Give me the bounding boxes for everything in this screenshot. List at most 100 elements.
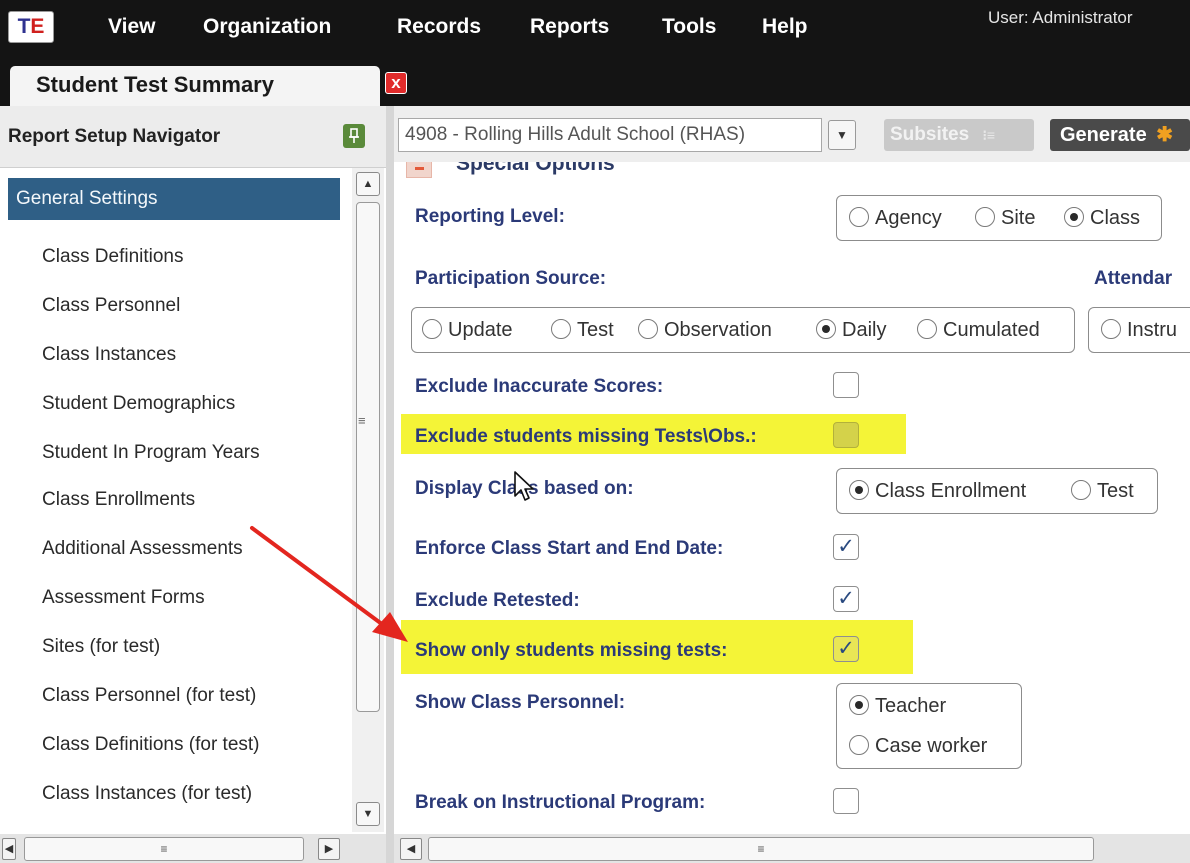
reporting-level-group: Agency Site Class [836, 195, 1162, 241]
nav-item-class-personnel-for-test[interactable]: Class Personnel (for test) [42, 685, 256, 707]
nav-item-class-enrollments[interactable]: Class Enrollments [42, 489, 195, 511]
scroll-up-icon[interactable]: ▲ [356, 172, 380, 196]
radio-selected-icon [816, 319, 836, 339]
app-logo[interactable]: TE [8, 11, 54, 43]
mouse-pointer-icon [514, 471, 534, 501]
navigator-vertical-scrollbar[interactable]: ▲ ≡ ▼ [352, 168, 384, 832]
h-scroll-thumb[interactable]: ≡ [428, 837, 1094, 861]
radio-teacher-label: Teacher [875, 695, 947, 717]
nav-item-assessment-forms[interactable]: Assessment Forms [42, 587, 205, 609]
radio-icon [638, 319, 658, 339]
radio-icon [917, 319, 937, 339]
radio-instructional[interactable]: Instru [1101, 319, 1177, 342]
h-scroll-thumb[interactable]: ≡ [24, 837, 304, 861]
scroll-right-icon[interactable]: ▶ [318, 838, 340, 860]
radio-icon [975, 207, 995, 227]
navigator-title: Report Setup Navigator [8, 126, 221, 147]
radio-cumulated[interactable]: Cumulated [917, 319, 1040, 342]
nav-item-student-demographics[interactable]: Student Demographics [42, 393, 235, 415]
report-toolbar: 4908 - Rolling Hills Adult School (RHAS)… [394, 106, 1190, 162]
radio-selected-icon [849, 695, 869, 715]
logo-t: T [17, 15, 31, 38]
nav-item-class-definitions[interactable]: Class Definitions [42, 246, 184, 268]
annotation-arrow-icon [250, 526, 408, 642]
exclude-inaccurate-label: Exclude Inaccurate Scores: [415, 376, 664, 397]
site-select[interactable]: 4908 - Rolling Hills Adult School (RHAS) [398, 118, 822, 152]
nav-item-sites-for-test[interactable]: Sites (for test) [42, 636, 160, 658]
nav-item-student-in-program-years[interactable]: Student In Program Years [42, 442, 260, 464]
radio-teacher[interactable]: Teacher [849, 695, 946, 718]
radio-test[interactable]: Test [551, 319, 614, 342]
radio-daily[interactable]: Daily [816, 319, 886, 342]
radio-icon [849, 735, 869, 755]
subsites-label: Subsites [890, 124, 970, 145]
radio-display-test-label: Test [1097, 480, 1134, 502]
content-horizontal-scrollbar[interactable]: ◀ ≡ [394, 834, 1190, 863]
participation-source-group: Update Test Observation Daily Cumulated [411, 307, 1075, 353]
show-missing-checkbox[interactable]: ✓ [833, 636, 859, 662]
menu-organization[interactable]: Organization [203, 12, 331, 42]
exclude-missing-checkbox[interactable] [833, 422, 859, 448]
menu-reports[interactable]: Reports [530, 12, 609, 42]
radio-class[interactable]: Class [1064, 207, 1140, 230]
generate-label: Generate [1060, 124, 1147, 146]
radio-instructional-label: Instru [1127, 319, 1178, 341]
radio-class-label: Class [1090, 207, 1141, 229]
menu-tools[interactable]: Tools [662, 12, 716, 42]
radio-daily-label: Daily [842, 319, 887, 341]
tab-close-icon[interactable]: x [385, 72, 407, 94]
chevron-down-icon[interactable]: ▼ [828, 120, 856, 150]
menu-records[interactable]: Records [397, 12, 481, 42]
radio-site[interactable]: Site [975, 207, 1035, 230]
radio-case-worker[interactable]: Case worker [849, 735, 987, 758]
pin-icon[interactable] [343, 124, 365, 148]
menu-bar: TE View Organization Records Reports Too… [0, 0, 1190, 58]
show-missing-label: Show only students missing tests: [415, 640, 728, 661]
radio-update[interactable]: Update [422, 319, 513, 342]
exclude-retested-label: Exclude Retested: [415, 590, 580, 611]
navigator-list: General Settings Class Definitions Class… [0, 168, 350, 834]
radio-icon [551, 319, 571, 339]
nav-item-additional-assessments[interactable]: Additional Assessments [42, 538, 243, 560]
generate-button[interactable]: Generate ✱ [1050, 119, 1190, 151]
attendance-label: Attendar [1094, 268, 1173, 289]
radio-case-worker-label: Case worker [875, 735, 988, 757]
break-program-label: Break on Instructional Program: [415, 792, 706, 813]
tree-icon: ⁝≡ [982, 127, 996, 143]
exclude-retested-checkbox[interactable]: ✓ [833, 586, 859, 612]
radio-cumulated-label: Cumulated [943, 319, 1040, 341]
subsites-button[interactable]: Subsites ⁝≡ [884, 119, 1034, 151]
nav-item-class-instances-for-test[interactable]: Class Instances (for test) [42, 783, 252, 805]
menu-view[interactable]: View [108, 12, 155, 42]
radio-site-label: Site [1001, 207, 1036, 229]
nav-item-class-definitions-for-test[interactable]: Class Definitions (for test) [42, 734, 260, 756]
break-program-checkbox[interactable] [833, 788, 859, 814]
radio-icon [849, 207, 869, 227]
attendance-group: Instru [1088, 307, 1190, 353]
radio-class-enrollment[interactable]: Class Enrollment [849, 480, 1026, 503]
section-title: Special Options [456, 162, 615, 175]
navigator-header: Report Setup Navigator [0, 106, 386, 168]
nav-item-class-personnel[interactable]: Class Personnel [42, 295, 180, 317]
pin-glyph [349, 128, 359, 143]
generate-icon: ✱ [1156, 124, 1174, 146]
panel-splitter[interactable] [386, 106, 394, 863]
exclude-inaccurate-checkbox[interactable] [833, 372, 859, 398]
radio-display-test[interactable]: Test [1071, 480, 1134, 503]
tab-student-test-summary[interactable]: Student Test Summary [10, 66, 380, 106]
menu-help[interactable]: Help [762, 12, 808, 42]
nav-item-general-settings[interactable]: General Settings [8, 178, 340, 220]
scroll-left-icon[interactable]: ◀ [2, 838, 16, 860]
radio-test-label: Test [577, 319, 614, 341]
radio-agency[interactable]: Agency [849, 207, 942, 230]
scroll-left-icon[interactable]: ◀ [400, 838, 422, 860]
nav-item-class-instances[interactable]: Class Instances [42, 344, 176, 366]
radio-observation[interactable]: Observation [638, 319, 772, 342]
enforce-dates-checkbox[interactable]: ✓ [833, 534, 859, 560]
radio-icon [422, 319, 442, 339]
scroll-down-icon[interactable]: ▼ [356, 802, 380, 826]
collapse-icon[interactable] [406, 162, 432, 178]
navigator-horizontal-scrollbar[interactable]: ◀ ≡ ▶ [0, 834, 386, 863]
radio-update-label: Update [448, 319, 513, 341]
radio-selected-icon [849, 480, 869, 500]
